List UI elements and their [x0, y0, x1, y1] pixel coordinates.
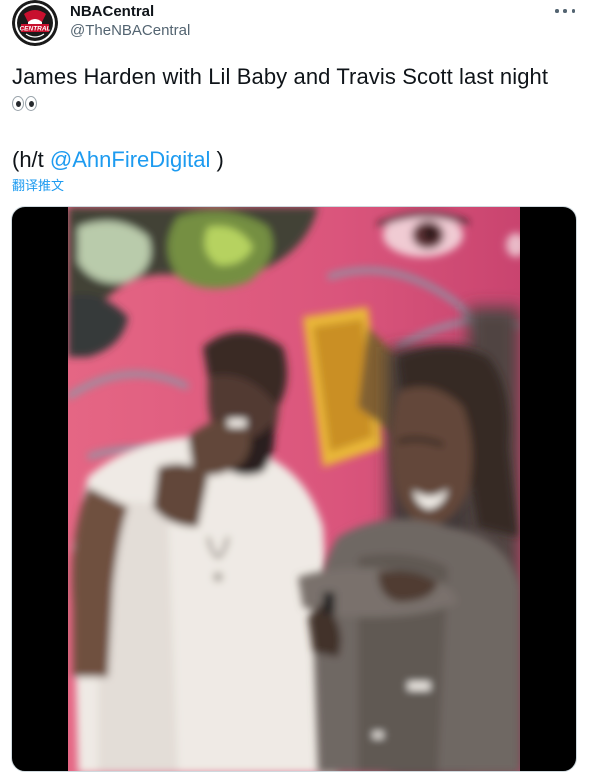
media-video[interactable] — [11, 206, 577, 772]
hat-tip-suffix: ) — [210, 147, 224, 172]
author-handle[interactable]: @TheNBACentral — [70, 21, 190, 40]
nba-central-logo: CENTRAL — [12, 0, 58, 46]
tweet-text: James Harden with Lil Baby and Travis Sc… — [12, 64, 549, 89]
video-still-image — [68, 207, 520, 771]
hat-tip-prefix: (h/t — [12, 147, 50, 172]
tweet-card: CENTRAL NBACentral @TheNBACentral James … — [0, 0, 591, 775]
author-display-name[interactable]: NBACentral — [70, 2, 190, 21]
hat-tip-line: (h/t @AhnFireDigital ) — [12, 145, 224, 174]
more-horizontal-icon[interactable] — [555, 6, 575, 16]
eyes-emoji-icon — [12, 96, 37, 112]
translate-tweet-link[interactable]: 翻译推文 — [12, 177, 64, 194]
avatar-logo-text: CENTRAL — [19, 26, 50, 33]
video-still-frame[interactable] — [68, 207, 520, 771]
mention-link[interactable]: @AhnFireDigital — [50, 147, 211, 172]
author-info: NBACentral @TheNBACentral — [70, 2, 190, 40]
author-avatar[interactable]: CENTRAL — [12, 0, 58, 46]
